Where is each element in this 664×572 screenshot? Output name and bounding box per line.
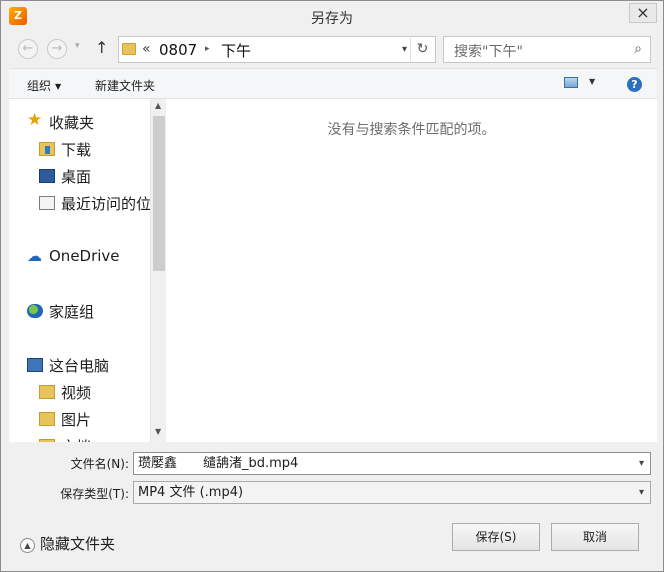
navigation-pane: ★ 收藏夹 下载 桌面 最近访问的位 ☁ OneDrive 家庭组 这台电脑 视… xyxy=(9,99,166,442)
sidebar-item-label: 桌面 xyxy=(61,168,92,186)
recent-places-icon xyxy=(39,196,55,210)
title-bar: Z 另存为 × xyxy=(1,1,663,32)
filetype-value: MP4 文件 (.mp4) xyxy=(138,485,244,500)
filename-label: 文件名(N): xyxy=(70,457,129,471)
up-arrow-icon: ↑ xyxy=(95,38,109,57)
search-icon[interactable]: ⌕ xyxy=(634,41,642,57)
navigation-bar: ← → ▾ ↑ « 0807 ▸ 下午 ▾ ↻ 搜索"下午" ⌕ xyxy=(9,32,657,68)
desktop-icon xyxy=(39,169,55,183)
filename-field[interactable]: 瓒嬮鑫 缱舑渚_bd.mp4 ▾ xyxy=(133,452,651,475)
dialog-title: 另存为 xyxy=(311,11,353,27)
sidebar-item-label: OneDrive xyxy=(49,247,120,265)
hide-folders-label: 隐藏文件夹 xyxy=(40,535,116,553)
new-folder-button[interactable]: 新建文件夹 xyxy=(95,77,155,94)
refresh-icon: ↻ xyxy=(416,41,429,57)
close-button[interactable]: × xyxy=(629,3,657,23)
sidebar-item-label: 图片 xyxy=(61,411,92,429)
cancel-button[interactable]: 取消 xyxy=(551,523,639,551)
address-dropdown-icon[interactable]: ▾ xyxy=(402,44,407,55)
scroll-down-icon[interactable]: ▼ xyxy=(155,427,161,436)
folder-icon xyxy=(122,43,136,55)
filename-dropdown-icon[interactable]: ▾ xyxy=(639,453,644,474)
view-options-caret-icon[interactable]: ▼ xyxy=(589,77,595,86)
search-input[interactable]: 搜索"下午" ⌕ xyxy=(443,36,651,63)
this-pc-icon xyxy=(27,358,43,372)
up-button[interactable]: ↑ xyxy=(95,38,108,57)
organize-menu[interactable]: 组织 ▼ xyxy=(27,77,61,94)
empty-results-message: 没有与搜索条件匹配的项。 xyxy=(327,122,496,138)
breadcrumb-separator-icon[interactable]: ▸ xyxy=(205,44,210,54)
scroll-up-icon[interactable]: ▲ xyxy=(155,101,161,110)
breadcrumb-0807[interactable]: 0807 xyxy=(159,41,197,59)
sidebar-item-label: 下载 xyxy=(61,141,92,159)
back-button[interactable]: ← xyxy=(18,39,38,59)
recent-locations-button[interactable]: ▾ xyxy=(75,41,80,51)
search-placeholder: 搜索"下午" xyxy=(454,44,523,60)
save-button[interactable]: 保存(S) xyxy=(452,523,540,551)
filetype-dropdown-icon: ▾ xyxy=(638,487,644,498)
refresh-button[interactable]: ↻ xyxy=(410,38,434,61)
sidebar-item-label: 收藏夹 xyxy=(49,114,95,132)
back-arrow-icon: ← xyxy=(22,41,34,56)
collapse-icon: ▲ xyxy=(20,538,35,553)
save-fields: 文件名(N): 瓒嬮鑫 缱舑渚_bd.mp4 ▾ 保存类型(T): MP4 文件… xyxy=(9,442,657,512)
videos-folder-icon xyxy=(39,385,55,399)
change-view-icon[interactable] xyxy=(564,77,578,88)
close-icon: × xyxy=(636,3,650,22)
sidebar-item-label: 最近访问的位 xyxy=(61,195,152,213)
help-icon[interactable]: ? xyxy=(627,77,642,92)
command-toolbar: 组织 ▼ 新建文件夹 ▼ ? xyxy=(9,68,657,99)
filetype-select[interactable]: MP4 文件 (.mp4) ▾ xyxy=(133,481,651,504)
hide-folders-toggle[interactable]: ▲ 隐藏文件夹 xyxy=(20,533,115,554)
save-as-dialog: Z 另存为 × ← → ▾ ↑ « 0807 ▸ 下午 ▾ ↻ 搜索"下午" ⌕… xyxy=(0,0,664,572)
onedrive-cloud-icon: ☁ xyxy=(27,247,42,265)
caret-down-icon: ▼ xyxy=(55,82,62,91)
sidebar-item-label: 这台电脑 xyxy=(49,357,110,375)
star-icon: ★ xyxy=(27,110,43,130)
homegroup-icon xyxy=(27,304,43,318)
breadcrumb-current[interactable]: 下午 xyxy=(221,40,251,61)
organize-label: 组织 xyxy=(27,79,52,93)
address-bar[interactable]: « 0807 ▸ 下午 ▾ ↻ xyxy=(118,36,436,63)
forward-button[interactable]: → xyxy=(47,39,67,59)
sidebar-item-label: 家庭组 xyxy=(49,303,95,321)
navigation-scrollbar[interactable]: ▲ ▼ xyxy=(150,99,166,442)
pictures-folder-icon xyxy=(39,412,55,426)
dialog-footer: ▲ 隐藏文件夹 保存(S) 取消 xyxy=(9,512,657,567)
forward-arrow-icon: → xyxy=(51,41,63,56)
filetype-label: 保存类型(T): xyxy=(60,487,129,501)
filename-value: 瓒嬮鑫 缱舑渚_bd.mp4 xyxy=(138,456,299,471)
download-folder-icon xyxy=(39,142,55,156)
scrollbar-thumb[interactable] xyxy=(153,116,165,271)
file-list-pane[interactable]: 没有与搜索条件匹配的项。 xyxy=(166,99,657,442)
breadcrumb-overflow[interactable]: « xyxy=(142,41,151,57)
sidebar-item-label: 视频 xyxy=(61,384,92,402)
